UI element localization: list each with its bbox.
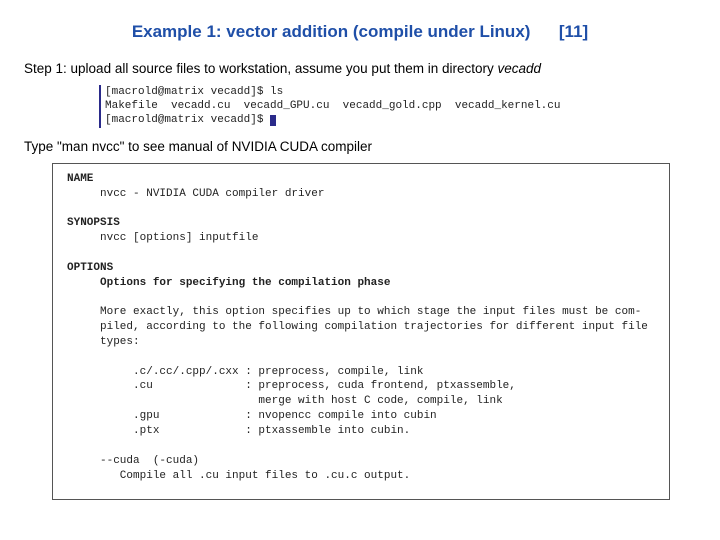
man-synopsis-header: SYNOPSIS	[67, 217, 120, 229]
slide-number: [11]	[559, 22, 588, 41]
step1-dir: vecadd	[498, 61, 542, 76]
man-page-box: NAME nvcc - NVIDIA CUDA compiler driver …	[52, 163, 670, 500]
man-name-line: nvcc - NVIDIA CUDA compiler driver	[67, 188, 324, 200]
man-options-header: OPTIONS	[67, 262, 113, 274]
step2-text: Type "man nvcc" to see manual of NVIDIA …	[24, 138, 696, 157]
man-cuda-l: Compile all .cu input files to .cu.c out…	[67, 470, 410, 482]
step1-prefix: Step 1: upload all source files to works…	[24, 61, 498, 76]
man-name-header: NAME	[67, 173, 93, 185]
term-line2: Makefile vecadd.cu vecadd_GPU.cu vecadd_…	[105, 100, 560, 112]
man-tbl5: .ptx : ptxassemble into cubin.	[67, 425, 410, 437]
man-options-sub: Options for specifying the compilation p…	[67, 277, 390, 289]
slide-title: Example 1: vector addition (compile unde…	[132, 22, 531, 41]
man-tbl3: merge with host C code, compile, link	[67, 395, 503, 407]
terminal-ls: [macrold@matrix vecadd]$ ls Makefile vec…	[99, 85, 696, 128]
man-more1: More exactly, this option specifies up t…	[67, 306, 641, 318]
step1-text: Step 1: upload all source files to works…	[24, 60, 696, 79]
man-synopsis-line: nvcc [options] inputfile	[67, 232, 258, 244]
title-row: Example 1: vector addition (compile unde…	[24, 22, 696, 42]
man-tbl4: .gpu : nvopencc compile into cubin	[67, 410, 437, 422]
man-more2: piled, according to the following compil…	[67, 321, 648, 333]
term-line3: [macrold@matrix vecadd]$	[105, 114, 270, 126]
man-tbl2: .cu : preprocess, cuda frontend, ptxasse…	[67, 380, 516, 392]
man-cuda-h: --cuda (-cuda)	[67, 455, 199, 467]
term-line1: [macrold@matrix vecadd]$ ls	[105, 86, 283, 98]
man-more3: types:	[67, 336, 140, 348]
slide: Example 1: vector addition (compile unde…	[0, 0, 720, 540]
cursor-icon	[270, 115, 276, 126]
man-tbl1: .c/.cc/.cpp/.cxx : preprocess, compile, …	[67, 366, 423, 378]
